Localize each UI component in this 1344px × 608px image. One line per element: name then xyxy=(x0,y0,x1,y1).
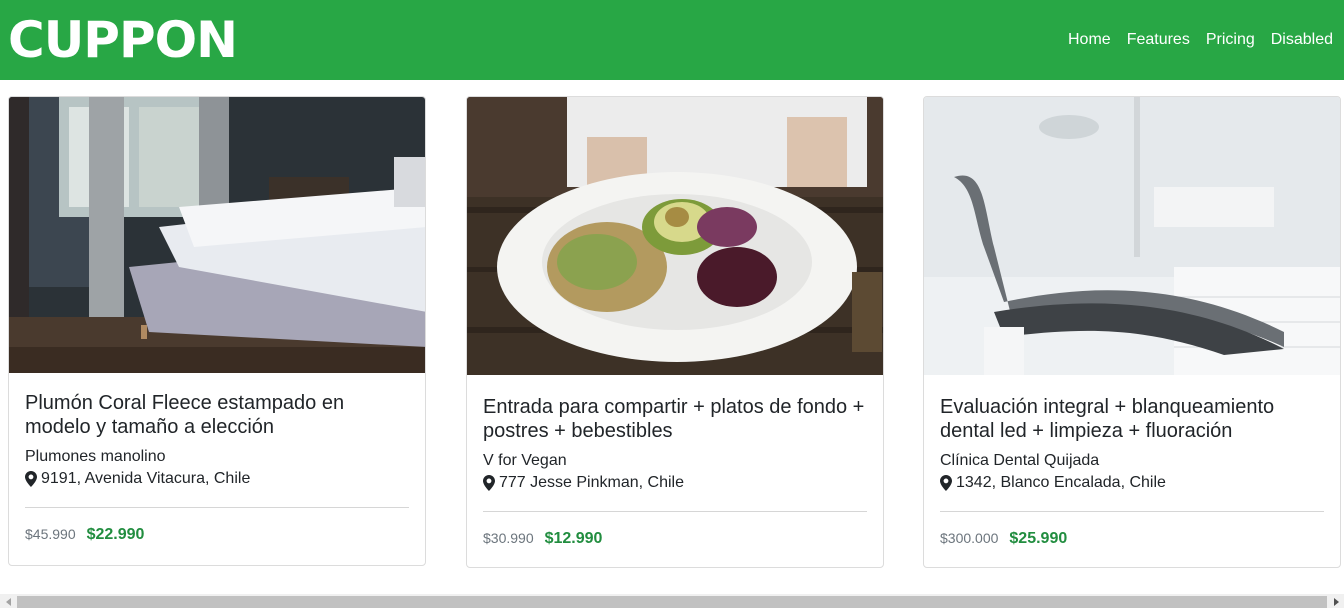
address: 9191, Avenida Vitacura, Chile xyxy=(25,467,409,491)
discount-price: $22.990 xyxy=(86,526,145,543)
deal-title[interactable]: Plumón Coral Fleece estampado en modelo … xyxy=(25,391,409,439)
address-text: 777 Jesse Pinkman, Chile xyxy=(499,474,684,491)
nav-link-home[interactable]: Home xyxy=(1052,32,1111,48)
nav-link-pricing[interactable]: Pricing xyxy=(1190,32,1255,48)
deal-card[interactable]: Entrada para compartir + platos de fondo… xyxy=(466,96,884,568)
original-price: $300.000 xyxy=(940,530,999,546)
price-row: $30.990 $12.990 xyxy=(483,530,867,548)
deal-card[interactable]: Evaluación integral + blanqueamiento den… xyxy=(923,96,1341,568)
bedroom-photo[interactable] xyxy=(9,97,425,373)
divider xyxy=(25,507,409,508)
address-text: 9191, Avenida Vitacura, Chile xyxy=(41,470,251,487)
price-row: $45.990 $22.990 xyxy=(25,526,409,544)
salad-illustration xyxy=(467,97,883,375)
merchant-name: V for Vegan xyxy=(483,452,567,469)
dental-illustration xyxy=(924,97,1340,375)
deal-card[interactable]: Plumón Coral Fleece estampado en modelo … xyxy=(8,96,426,566)
brand-logo[interactable]: CUPPON xyxy=(8,15,238,65)
discount-price: $25.990 xyxy=(1009,530,1068,547)
map-marker-icon xyxy=(940,475,952,491)
deal-title[interactable]: Entrada para compartir + platos de fondo… xyxy=(483,395,867,443)
deal-title[interactable]: Evaluación integral + blanqueamiento den… xyxy=(940,395,1324,443)
scroll-left-arrow-icon[interactable] xyxy=(3,597,15,607)
divider xyxy=(940,511,1324,512)
map-marker-icon xyxy=(483,475,495,491)
vegan-salad-photo[interactable] xyxy=(467,97,883,375)
navbar: CUPPON Home Features Pricing Disabled xyxy=(0,0,1344,80)
discount-price: $12.990 xyxy=(544,530,603,547)
merchant-name: Plumones manolino xyxy=(25,448,166,465)
nav-menu: Home Features Pricing Disabled xyxy=(1052,32,1333,48)
horizontal-scrollbar[interactable] xyxy=(0,594,1344,608)
original-price: $45.990 xyxy=(25,526,76,542)
nav-link-features[interactable]: Features xyxy=(1111,32,1190,48)
address: 1342, Blanco Encalada, Chile xyxy=(940,471,1324,495)
divider xyxy=(483,511,867,512)
dental-chair-photo[interactable] xyxy=(924,97,1340,375)
map-marker-icon xyxy=(25,471,37,487)
merchant-name: Clínica Dental Quijada xyxy=(940,452,1100,469)
address-text: 1342, Blanco Encalada, Chile xyxy=(956,474,1166,491)
bedroom-illustration xyxy=(9,97,425,373)
nav-link-disabled[interactable]: Disabled xyxy=(1255,32,1333,48)
original-price: $30.990 xyxy=(483,530,534,546)
scroll-thumb[interactable] xyxy=(17,596,1327,608)
address: 777 Jesse Pinkman, Chile xyxy=(483,471,867,495)
scroll-right-arrow-icon[interactable] xyxy=(1330,597,1342,607)
price-row: $300.000 $25.990 xyxy=(940,530,1324,548)
